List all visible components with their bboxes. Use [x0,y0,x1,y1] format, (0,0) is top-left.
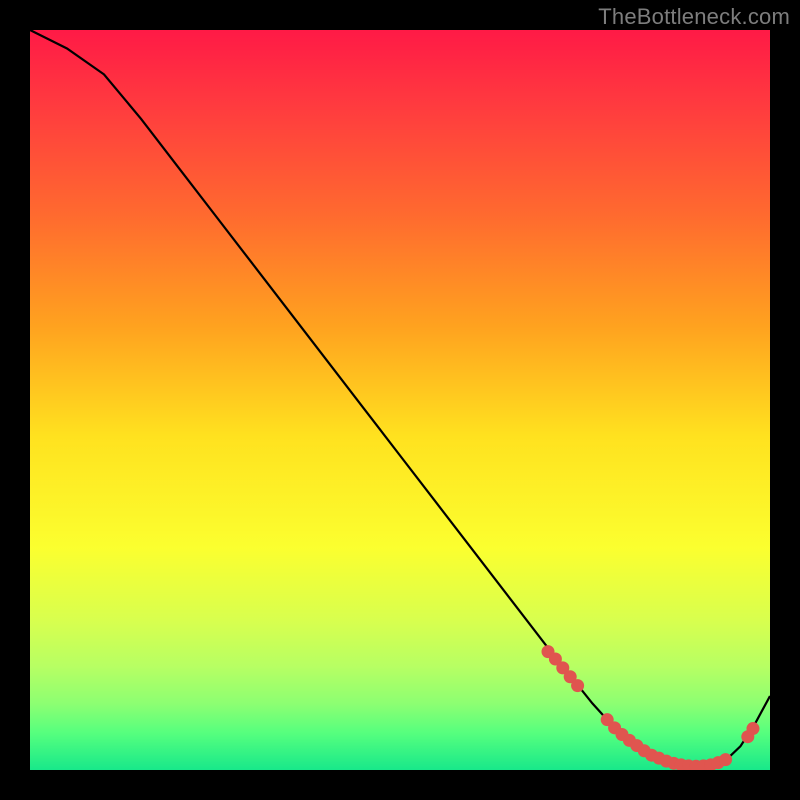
plot-area [30,30,770,770]
marker-dot [719,753,732,766]
branding-watermark: TheBottleneck.com [598,4,790,30]
gradient-background [30,30,770,770]
marker-dot [571,679,584,692]
chart-svg [30,30,770,770]
marker-dot [746,722,759,735]
chart-frame: TheBottleneck.com [0,0,800,800]
